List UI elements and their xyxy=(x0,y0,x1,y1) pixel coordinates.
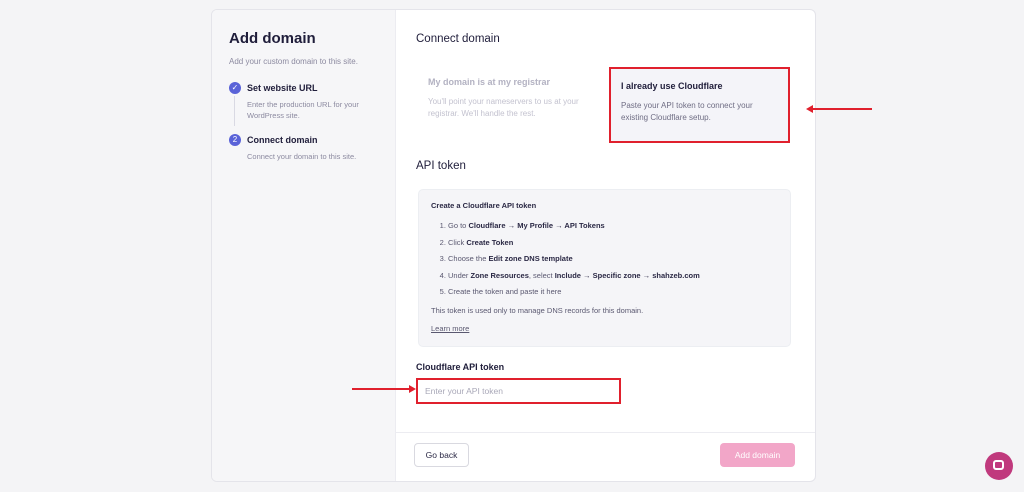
instructions-title: Create a Cloudflare API token xyxy=(431,201,537,210)
step-connector xyxy=(234,96,235,126)
instructions-box: Create a Cloudflare API token Go to Clou… xyxy=(418,189,791,347)
chat-support-button[interactable] xyxy=(985,452,1013,480)
step-description: Enter the production URL for your WordPr… xyxy=(247,100,359,120)
option-registrar[interactable]: My domain is at my registrar You'll poin… xyxy=(428,76,588,120)
dialog-footer: Go back Add domain xyxy=(396,432,815,481)
api-token-label: Cloudflare API token xyxy=(416,362,505,372)
instructions-note: This token is used only to manage DNS re… xyxy=(431,305,644,315)
dialog-title: Add domain xyxy=(229,30,316,47)
add-domain-button[interactable]: Add domain xyxy=(720,443,795,467)
instruction-step: Click Create Token xyxy=(448,237,778,249)
instruction-step: Choose the Edit zone DNS template xyxy=(448,253,778,265)
instruction-step: Go to Cloudflare → My Profile → API Toke… xyxy=(448,220,778,232)
instruction-emphasis: Include → Specific zone → shahzeb.com xyxy=(554,270,700,280)
instruction-emphasis: Edit zone DNS template xyxy=(488,254,573,263)
option-title: My domain is at my registrar xyxy=(428,77,551,87)
option-title: I already use Cloudflare xyxy=(621,81,723,91)
instruction-text: Go to xyxy=(448,221,469,230)
instruction-emphasis: Cloudflare → My Profile → API Tokens xyxy=(468,221,605,230)
instruction-step: Under Zone Resources, select Include → S… xyxy=(448,270,778,282)
stepper-sidebar: Add domain Add your custom domain to thi… xyxy=(212,10,396,481)
dialog-subtitle: Add your custom domain to this site. xyxy=(229,57,358,66)
annotation-arrow-icon xyxy=(806,105,872,113)
learn-more-link[interactable]: Learn more xyxy=(431,324,469,333)
instruction-text: , select xyxy=(528,270,555,280)
instruction-step: Create the token and paste it here xyxy=(448,286,778,298)
section-heading: Connect domain xyxy=(416,33,500,45)
instructions-list: Go to Cloudflare → My Profile → API Toke… xyxy=(431,220,778,298)
go-back-button[interactable]: Go back xyxy=(414,443,469,467)
api-token-input[interactable] xyxy=(416,378,621,404)
add-domain-dialog: Add domain Add your custom domain to thi… xyxy=(211,9,816,482)
instruction-emphasis: Zone Resources xyxy=(470,270,529,280)
option-description: You'll point your nameservers to us at y… xyxy=(428,97,579,118)
chat-bubble-icon xyxy=(993,460,1004,470)
annotation-arrow-icon xyxy=(352,385,416,393)
main-panel: Connect domain My domain is at my regist… xyxy=(396,10,815,481)
option-description: Paste your API token to connect your exi… xyxy=(621,101,753,122)
option-cloudflare[interactable]: I already use Cloudflare Paste your API … xyxy=(609,67,790,143)
instruction-text: Click xyxy=(448,237,467,247)
step-description: Connect your domain to this site. xyxy=(247,152,357,161)
api-token-heading: API token xyxy=(416,160,466,172)
instruction-emphasis: Create Token xyxy=(466,237,514,247)
step-number-badge: 2 xyxy=(229,134,241,146)
step-title: Connect domain xyxy=(247,135,318,145)
instruction-text: Under xyxy=(448,270,471,280)
step-title: Set website URL xyxy=(247,83,318,93)
check-icon: ✓ xyxy=(229,82,241,94)
instruction-text: Choose the xyxy=(448,254,489,263)
